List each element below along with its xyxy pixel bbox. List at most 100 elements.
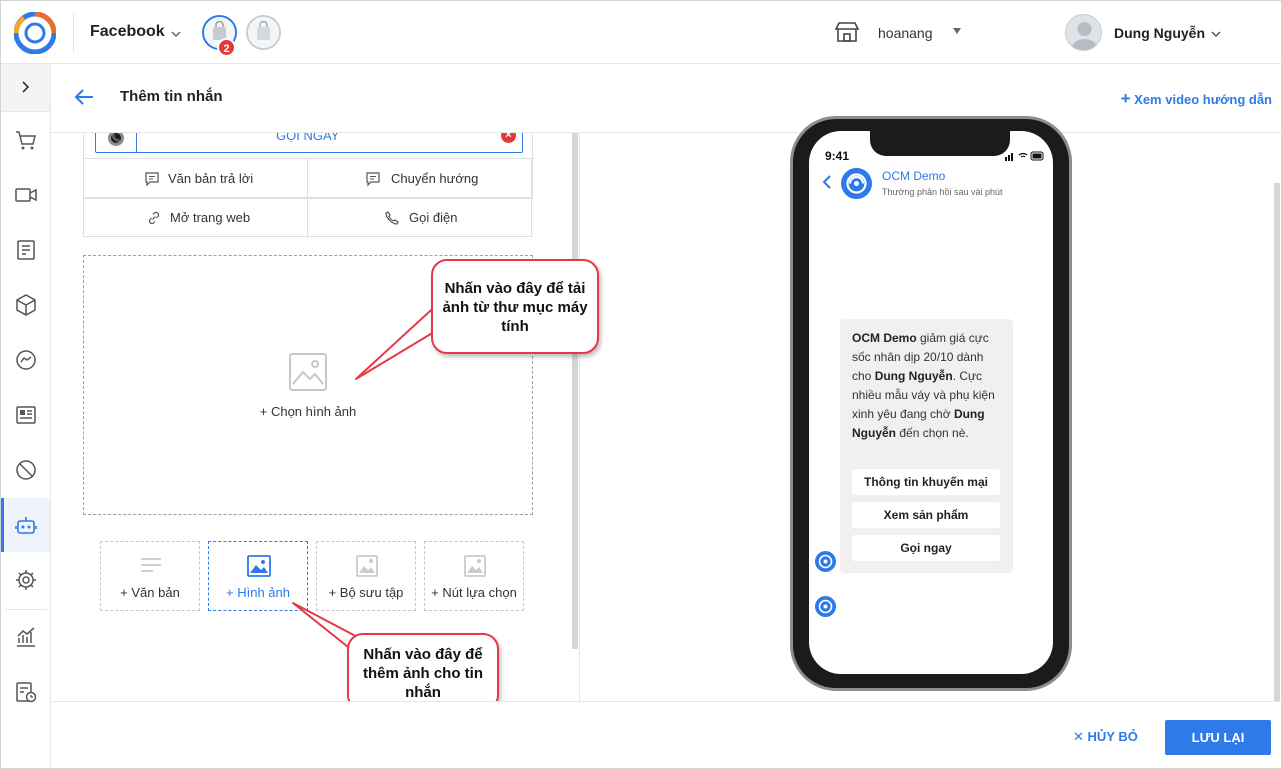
chevron-right-icon	[22, 81, 30, 93]
sidebar-item-blocked[interactable]	[1, 443, 50, 497]
swirl-logo-icon	[846, 173, 867, 194]
chevron-left-icon[interactable]	[822, 174, 832, 190]
user-avatar[interactable]	[1065, 14, 1102, 51]
call-now-button-field[interactable]: GỌI NGAY ×	[95, 133, 523, 153]
page-avatar	[841, 168, 872, 199]
image-placeholder-icon	[289, 353, 327, 391]
sidebar-item-history[interactable]	[1, 665, 50, 719]
user-silhouette-icon	[1071, 22, 1098, 50]
close-icon[interactable]: ×	[501, 133, 516, 143]
page-title: Thêm tin nhắn	[120, 88, 223, 105]
guide-video-label: Xem video hướng dẫn	[1134, 92, 1272, 107]
message-text-part-3: đến chọn nè.	[896, 426, 969, 440]
add-gallery-label: + Bộ sưu tập	[328, 585, 404, 600]
history-icon	[16, 682, 37, 703]
plus-icon: +	[1120, 89, 1131, 108]
sidebar-item-products[interactable]	[1, 278, 50, 332]
guide-video-link[interactable]: + Xem video hướng dẫn	[1121, 89, 1272, 109]
channel-selector-label[interactable]: Facebook	[90, 23, 165, 41]
robot-icon	[15, 517, 37, 534]
chevron-down-icon[interactable]	[169, 27, 183, 41]
status-time: 9:41	[825, 149, 850, 163]
sidebar-item-settings[interactable]	[1, 553, 50, 607]
cart-icon	[16, 131, 36, 150]
app-logo-icon[interactable]	[14, 12, 56, 54]
call-option[interactable]: Gọi điện	[307, 197, 532, 237]
caret-down-icon[interactable]	[953, 28, 961, 34]
redirect-option[interactable]: Chuyển hướng	[307, 158, 532, 198]
gallery-icon	[356, 555, 378, 577]
reply-text-label: Văn bản trả lời	[168, 171, 254, 186]
add-image-block-button[interactable]: + Hình ảnh	[208, 541, 308, 611]
chat-icon	[366, 172, 380, 187]
topbar-divider	[73, 13, 74, 53]
app-window: Facebook 2 hoanang Dung Nguyễn Thêm tin …	[0, 0, 1282, 769]
open-web-option[interactable]: Mở trang web	[83, 197, 308, 237]
message-bold-user: Dung Nguyễn	[874, 369, 953, 383]
store-selector-label[interactable]: hoanang	[878, 25, 933, 41]
message-editor: GỌI NGAY × Văn bản trả lời Chuyển hướng …	[51, 133, 579, 701]
sidebar-item-messenger[interactable]	[1, 333, 50, 387]
quick-reply-call[interactable]: Gọi ngay	[852, 535, 1000, 561]
add-text-block-button[interactable]: + Văn bản	[100, 541, 200, 611]
editor-scrollbar[interactable]	[572, 133, 578, 649]
gear-icon	[16, 570, 36, 590]
sender-avatar	[815, 596, 836, 617]
contact-card-icon	[16, 406, 36, 424]
user-name[interactable]: Dung Nguyễn	[1114, 25, 1205, 41]
message-bubble: OCM Demo giảm giá cực sốc nhân dịp 20/10…	[840, 319, 1013, 573]
chart-icon	[17, 627, 35, 647]
sidebar-item-posts[interactable]	[1, 223, 50, 277]
add-gallery-block-button[interactable]: + Bộ sưu tập	[316, 541, 416, 611]
message-text: OCM Demo giảm giá cực sốc nhân dịp 20/10…	[852, 329, 1004, 443]
sidebar-item-live[interactable]	[1, 168, 50, 222]
store-icon	[834, 22, 860, 42]
shop-avatar[interactable]	[246, 15, 281, 50]
quick-reply-promo[interactable]: Thông tin khuyến mại	[852, 469, 1000, 495]
close-icon: ✕	[1073, 729, 1084, 744]
notification-count-badge: 2	[217, 38, 236, 57]
add-image-hint-callout: Nhấn vào đây để thêm ảnh cho tin nhắn	[347, 633, 499, 711]
add-text-label: + Văn bản	[120, 585, 180, 600]
video-icon	[15, 188, 37, 202]
add-image-label: + Hình ảnh	[226, 585, 290, 600]
phone-mockup: 9:41 OCM Demo Thường phản hồi sau vài ph…	[790, 116, 1072, 691]
call-button-label: GỌI NGAY	[276, 133, 340, 143]
block-icon	[16, 460, 36, 480]
sidebar-item-reports[interactable]	[1, 610, 50, 664]
sender-avatar	[815, 551, 836, 572]
message-bold-brand: OCM Demo	[852, 331, 917, 345]
page-name: OCM Demo	[882, 169, 946, 183]
reply-text-option[interactable]: Văn bản trả lời	[83, 158, 308, 198]
image-icon	[247, 555, 271, 577]
top-bar: Facebook 2 hoanang Dung Nguyễn	[1, 1, 1281, 64]
sidebar-item-customers[interactable]	[1, 388, 50, 442]
swirl-logo-icon	[818, 599, 833, 614]
phone-icon	[108, 133, 124, 146]
chat-icon	[145, 172, 159, 187]
page-response-status: Thường phản hồi sau vài phút	[882, 187, 1003, 197]
chevron-down-icon[interactable]	[1209, 27, 1223, 41]
arrow-left-icon[interactable]	[73, 86, 95, 108]
swirl-logo-icon	[818, 554, 833, 569]
sidebar-item-orders[interactable]	[1, 113, 50, 167]
sidebar-item-chatbot[interactable]	[1, 498, 50, 552]
call-label: Gọi điện	[409, 210, 458, 225]
choose-image-label[interactable]: + Chọn hình ảnh	[84, 404, 532, 419]
image-icon	[464, 555, 486, 577]
preview-scrollbar[interactable]	[1274, 183, 1280, 701]
cancel-button[interactable]: ✕ HỦY BỎ	[1073, 729, 1138, 745]
button-type-grid: Văn bản trả lời Chuyển hướng Mở trang we…	[83, 158, 533, 238]
sidebar	[1, 64, 51, 768]
field-divider	[136, 133, 137, 152]
redirect-label: Chuyển hướng	[391, 171, 479, 186]
phone-screen: 9:41 OCM Demo Thường phản hồi sau vài ph…	[809, 131, 1053, 674]
add-choice-button-block-button[interactable]: + Nút lựa chọn	[424, 541, 524, 611]
quick-reply-products[interactable]: Xem sản phẩm	[852, 502, 1000, 528]
add-choice-button-label: + Nút lựa chọn	[431, 585, 517, 600]
link-icon	[148, 211, 160, 225]
sidebar-expand-button[interactable]	[1, 64, 50, 112]
cancel-label: HỦY BỎ	[1087, 729, 1138, 744]
phone-icon	[385, 211, 399, 225]
save-button[interactable]: LƯU LẠI	[1165, 720, 1271, 755]
